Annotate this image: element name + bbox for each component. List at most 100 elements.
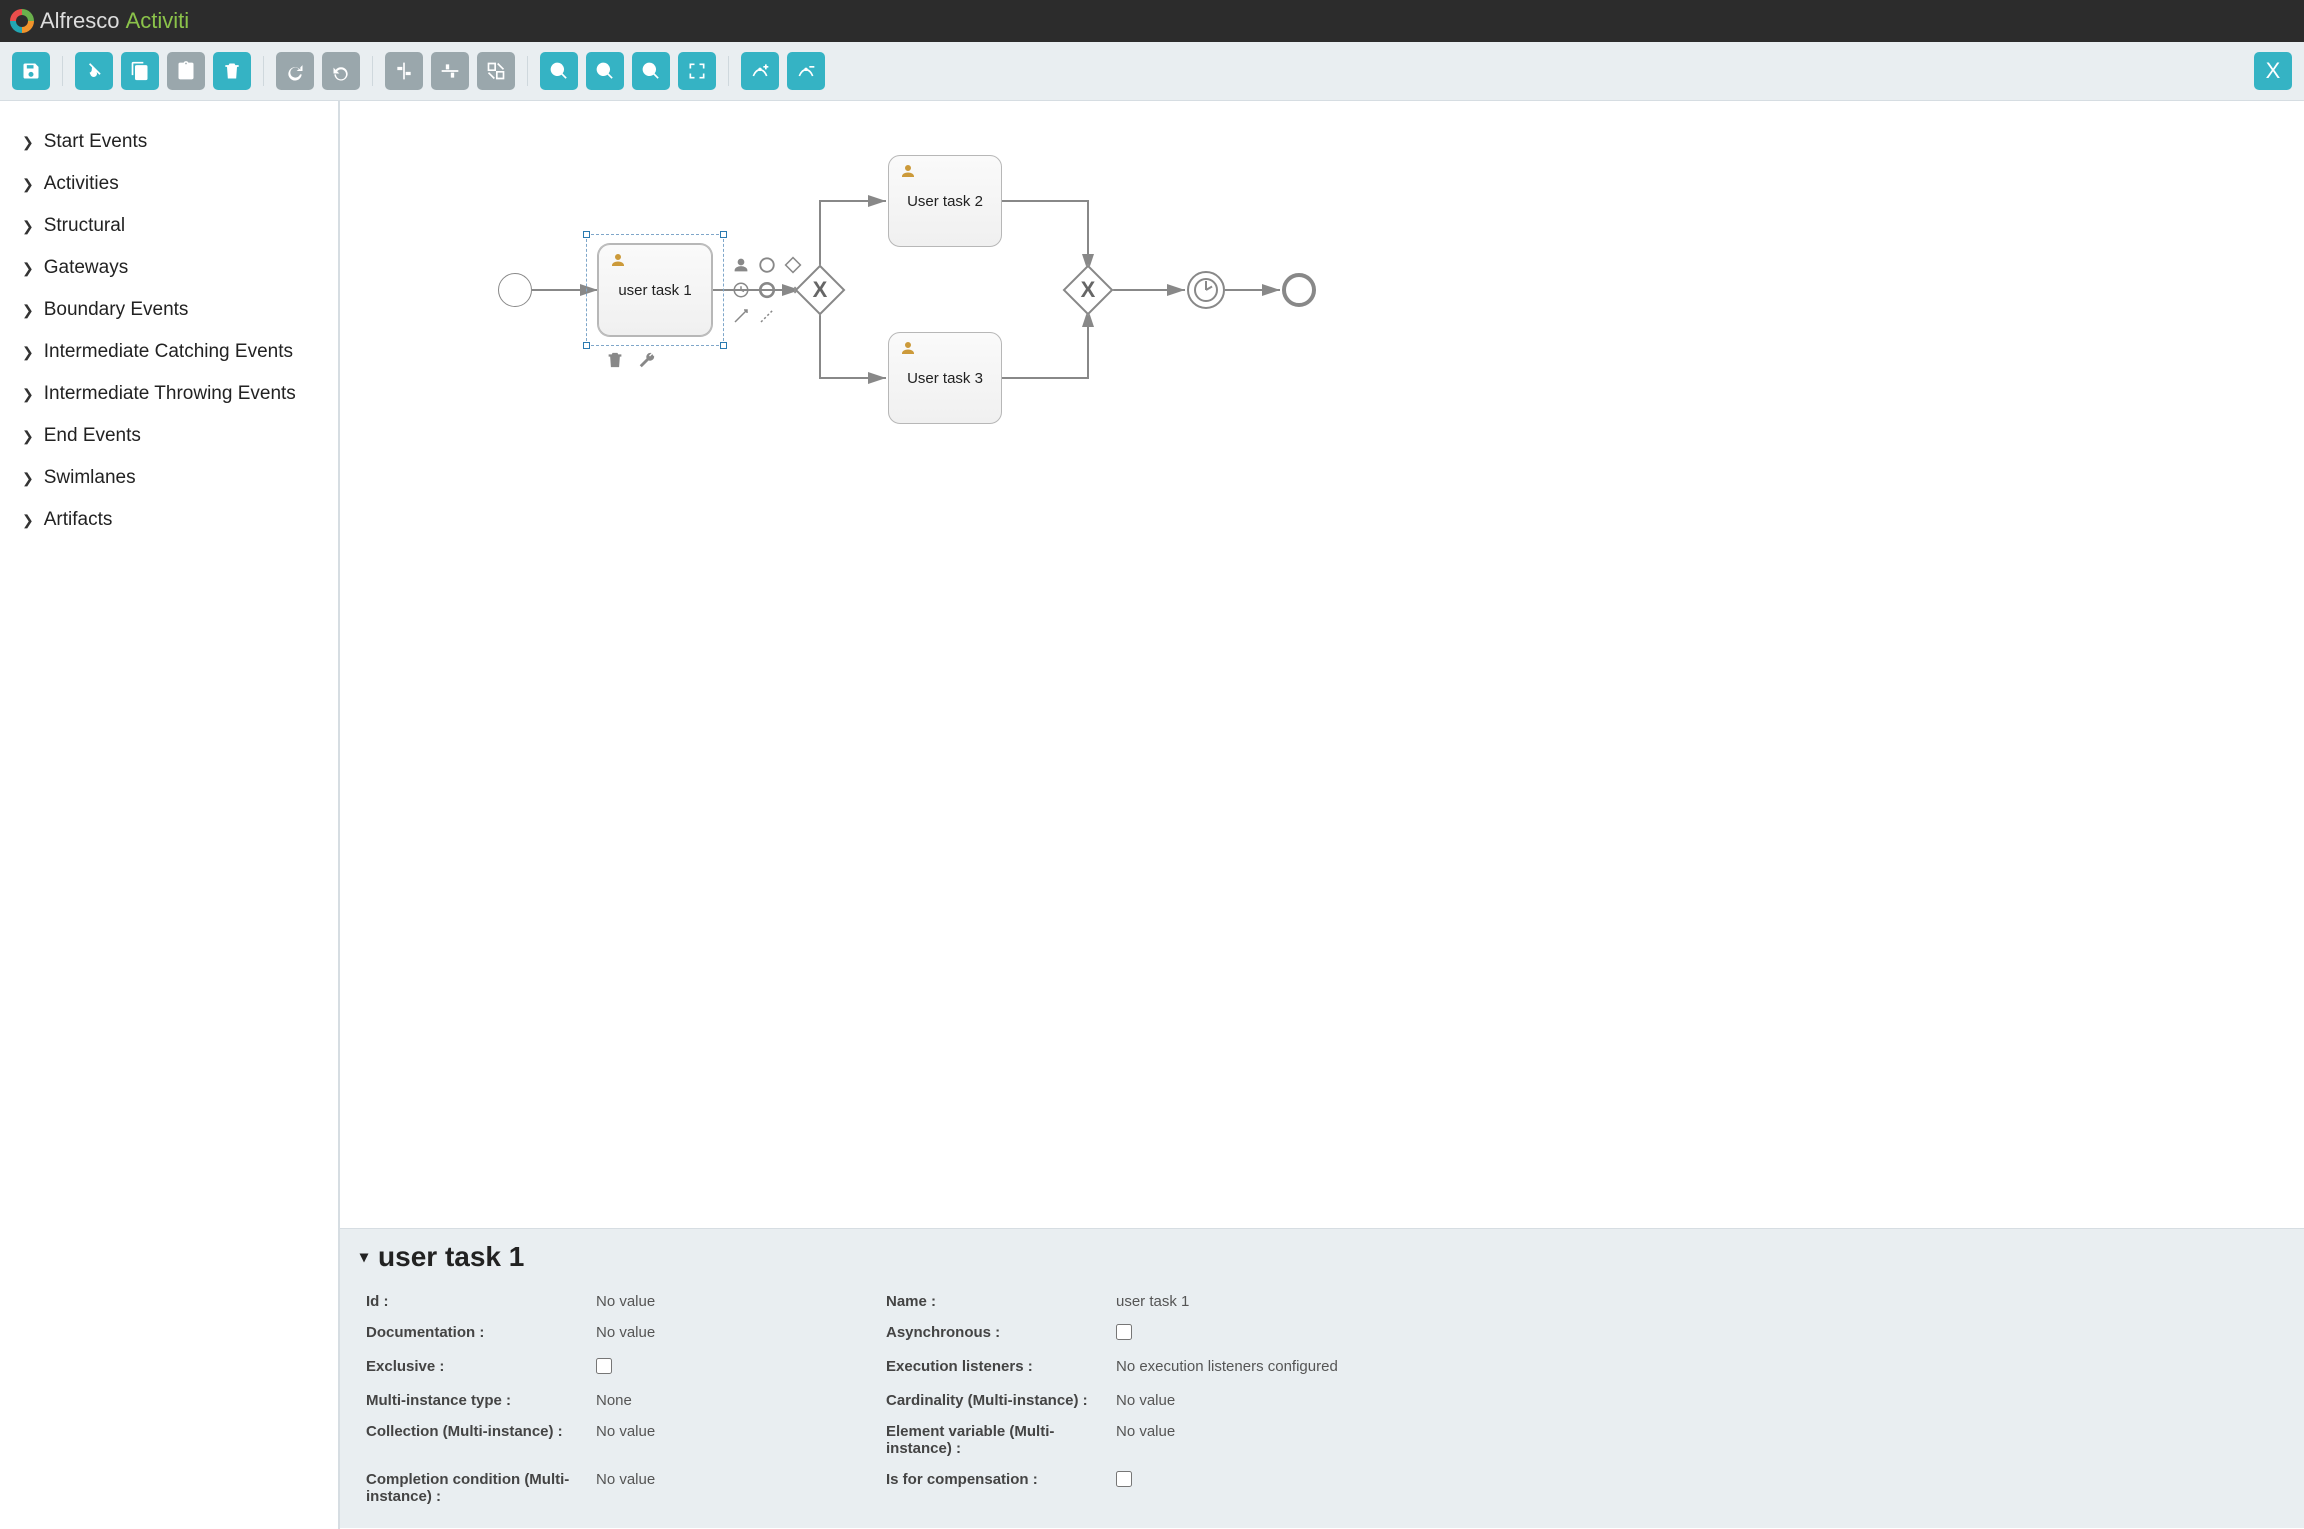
chevron-right-icon: ❯ bbox=[22, 134, 34, 151]
selected-title: user task 1 bbox=[378, 1241, 524, 1273]
zoom-in-button[interactable] bbox=[540, 52, 578, 90]
prop-value[interactable] bbox=[1116, 1324, 1346, 1344]
chevron-right-icon: ❯ bbox=[22, 218, 34, 235]
close-button[interactable]: X bbox=[2254, 52, 2292, 90]
quick-palette-row3[interactable] bbox=[732, 307, 776, 325]
zoom-actual-button[interactable] bbox=[632, 52, 670, 90]
chevron-right-icon: ❯ bbox=[22, 512, 34, 529]
paste-button[interactable] bbox=[167, 52, 205, 90]
chevron-right-icon: ❯ bbox=[22, 470, 34, 487]
palette-item[interactable]: ❯Intermediate Throwing Events bbox=[18, 373, 320, 415]
prop-label: Collection (Multi-instance) : bbox=[366, 1423, 596, 1440]
palette-item[interactable]: ❯Intermediate Catching Events bbox=[18, 331, 320, 373]
toolbar-separator bbox=[372, 56, 373, 86]
canvas[interactable]: user task 1 X bbox=[340, 101, 2304, 1229]
add-bendpoint-button[interactable] bbox=[741, 52, 779, 90]
task-label: user task 1 bbox=[599, 245, 711, 335]
exclusive-gateway-2[interactable]: X bbox=[1063, 265, 1114, 316]
toolbar-separator bbox=[527, 56, 528, 86]
start-event[interactable] bbox=[498, 273, 532, 307]
user-task-1[interactable]: user task 1 bbox=[598, 244, 712, 336]
user-icon[interactable] bbox=[732, 256, 750, 274]
prop-label: Execution listeners : bbox=[886, 1358, 1116, 1375]
delete-button[interactable] bbox=[213, 52, 251, 90]
circle-icon[interactable] bbox=[758, 256, 776, 274]
prop-value[interactable] bbox=[596, 1358, 826, 1378]
copy-button[interactable] bbox=[121, 52, 159, 90]
palette-item[interactable]: ❯ Gateways bbox=[18, 247, 320, 289]
prop-value[interactable]: No value bbox=[596, 1293, 826, 1310]
quick-palette-row1[interactable] bbox=[732, 256, 802, 274]
toolbar-separator bbox=[62, 56, 63, 86]
arrow-icon[interactable] bbox=[732, 307, 750, 325]
prop-checkbox[interactable] bbox=[596, 1358, 612, 1374]
prop-value[interactable]: user task 1 bbox=[1116, 1293, 1346, 1310]
align-vertical-button[interactable] bbox=[385, 52, 423, 90]
delete-icon[interactable] bbox=[606, 351, 624, 369]
toolbar-separator bbox=[728, 56, 729, 86]
quick-palette-row2[interactable] bbox=[732, 281, 802, 299]
prop-label: Documentation : bbox=[366, 1324, 596, 1341]
prop-value[interactable]: No execution listeners configured bbox=[1116, 1358, 1346, 1375]
association-icon[interactable] bbox=[758, 307, 776, 325]
end-event[interactable] bbox=[1282, 273, 1316, 307]
cut-button[interactable] bbox=[75, 52, 113, 90]
properties-panel: ▾ user task 1 Id :No valueName :user tas… bbox=[340, 1228, 2304, 1528]
prop-label: Multi-instance type : bbox=[366, 1392, 596, 1409]
undo-button[interactable] bbox=[322, 52, 360, 90]
prop-value[interactable]: No value bbox=[596, 1471, 826, 1488]
align-horizontal-button[interactable] bbox=[431, 52, 469, 90]
wrench-icon[interactable] bbox=[638, 351, 656, 369]
logo: Alfresco Activiti bbox=[10, 8, 189, 34]
prop-value[interactable]: No value bbox=[596, 1423, 826, 1440]
prop-checkbox[interactable] bbox=[1116, 1471, 1132, 1487]
top-bar: Alfresco Activiti bbox=[0, 0, 2304, 42]
end-icon[interactable] bbox=[758, 281, 776, 299]
save-button[interactable] bbox=[12, 52, 50, 90]
user-task-3[interactable]: User task 3 bbox=[888, 332, 1002, 424]
redo-button[interactable] bbox=[276, 52, 314, 90]
timer-event[interactable] bbox=[1187, 271, 1225, 309]
palette-item[interactable]: ❯ Start Events bbox=[18, 121, 320, 163]
prop-value[interactable]: No value bbox=[596, 1324, 826, 1341]
palette-sidebar: ❯ Start Events ❯Activities ❯ Structural ❯ Gate… bbox=[0, 101, 340, 1529]
properties-header[interactable]: ▾ user task 1 bbox=[340, 1229, 2304, 1285]
palette-label: Intermediate Throwing Events bbox=[44, 383, 296, 405]
palette-item[interactable]: ❯ Boundary Events bbox=[18, 289, 320, 331]
palette-item[interactable]: ❯ End Events bbox=[18, 415, 320, 457]
chevron-right-icon: ❯ bbox=[22, 344, 34, 361]
prop-value[interactable]: No value bbox=[1116, 1423, 1346, 1440]
palette-label: Gateways bbox=[44, 257, 128, 279]
palette-item[interactable]: ❯ Artifacts bbox=[18, 499, 320, 541]
chevron-right-icon: ❯ bbox=[22, 260, 34, 277]
palette-item[interactable]: ❯ Swimlanes bbox=[18, 457, 320, 499]
prop-value[interactable]: No value bbox=[1116, 1392, 1346, 1409]
zoom-out-button[interactable] bbox=[586, 52, 624, 90]
palette-label: Swimlanes bbox=[44, 467, 136, 489]
palette-label: Boundary Events bbox=[44, 299, 189, 321]
chevron-right-icon: ❯ bbox=[22, 428, 34, 445]
palette-item[interactable]: ❯ Structural bbox=[18, 205, 320, 247]
toolbar: X bbox=[0, 42, 2304, 101]
prop-value[interactable] bbox=[1116, 1471, 1346, 1491]
zoom-fit-button[interactable] bbox=[678, 52, 716, 90]
gateway-icon[interactable] bbox=[784, 256, 802, 274]
prop-value[interactable]: None bbox=[596, 1392, 826, 1409]
exclusive-gateway-1[interactable]: X bbox=[795, 265, 846, 316]
remove-bendpoint-button[interactable] bbox=[787, 52, 825, 90]
prop-label: Cardinality (Multi-instance) : bbox=[886, 1392, 1116, 1409]
timer-icon[interactable] bbox=[732, 281, 750, 299]
toolbar-separator bbox=[263, 56, 264, 86]
palette-item[interactable]: ❯Activities bbox=[18, 163, 320, 205]
palette-label: End Events bbox=[44, 425, 141, 447]
prop-checkbox[interactable] bbox=[1116, 1324, 1132, 1340]
chevron-right-icon: ❯ bbox=[22, 302, 34, 319]
prop-label: Is for compensation : bbox=[886, 1471, 1116, 1488]
palette-label: Artifacts bbox=[44, 509, 113, 531]
task-label: User task 2 bbox=[889, 156, 1001, 246]
palette-label: Structural bbox=[44, 215, 125, 237]
same-size-button[interactable] bbox=[477, 52, 515, 90]
user-task-2[interactable]: User task 2 bbox=[888, 155, 1002, 247]
quick-palette-bottom[interactable] bbox=[606, 351, 656, 369]
palette-label: Start Events bbox=[44, 131, 148, 153]
